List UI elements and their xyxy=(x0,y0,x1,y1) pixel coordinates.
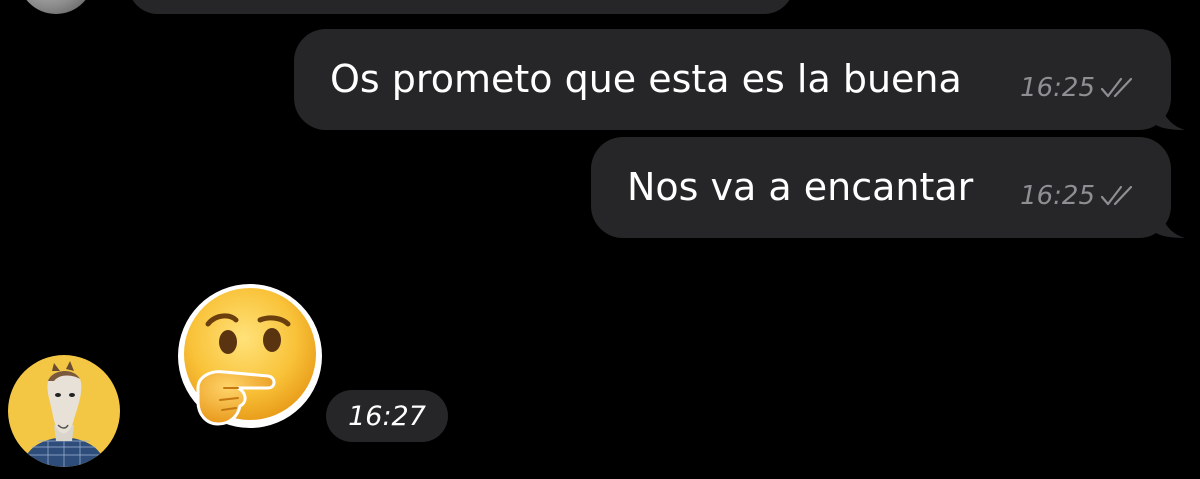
bubble-tail xyxy=(1155,208,1185,238)
message-meta: 16:25 xyxy=(1020,73,1139,103)
message-text: Nos va a encantar xyxy=(627,165,974,209)
previous-message-bubble[interactable] xyxy=(128,0,794,14)
message-time: 16:27 xyxy=(348,400,426,432)
horse-mask-avatar-icon xyxy=(22,361,106,467)
message-meta: 16:25 xyxy=(1020,181,1139,211)
message-time: 16:25 xyxy=(1020,181,1095,211)
message-text: Os prometo que esta es la buena xyxy=(330,57,962,101)
message-time: 16:25 xyxy=(1020,73,1095,103)
chat-screen: Os prometo que esta es la buena 16:25 No… xyxy=(0,0,1200,479)
outgoing-message-bubble[interactable]: Nos va a encantar 16:25 xyxy=(591,137,1185,238)
previous-sender-avatar[interactable] xyxy=(18,0,94,14)
thinking-face-sticker[interactable] xyxy=(176,284,326,434)
outgoing-message-bubble[interactable]: Os prometo que esta es la buena 16:25 xyxy=(294,29,1185,130)
bubble-tail xyxy=(1155,100,1185,130)
double-check-icon xyxy=(1100,185,1133,206)
sticker-time-badge: 16:27 xyxy=(326,390,448,442)
double-check-icon xyxy=(1100,77,1133,98)
sender-avatar[interactable] xyxy=(8,355,120,467)
